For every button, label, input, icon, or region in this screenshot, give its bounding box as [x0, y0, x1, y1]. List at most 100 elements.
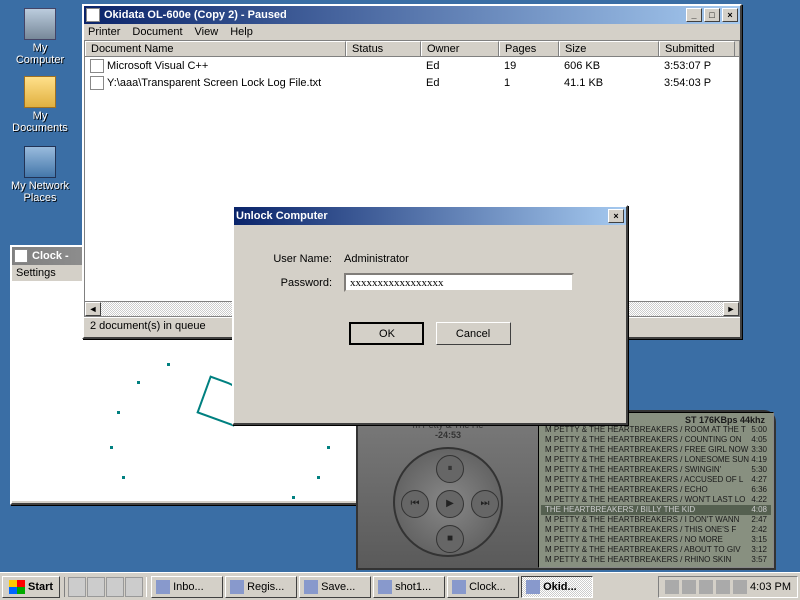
table-row[interactable]: Y:\aaa\Transparent Screen Lock Log File.…: [85, 74, 739, 91]
column-headers: Document Name Status Owner Pages Size Su…: [84, 40, 740, 57]
playlist-track[interactable]: M PETTY & THE HEARTBREAKERS / NO MORE3:1…: [541, 535, 771, 545]
playlist-track[interactable]: THE HEARTBREAKERS / BILLY THE KID4:08: [541, 505, 771, 515]
next-button[interactable]: ⏭: [471, 490, 499, 518]
tray-icon[interactable]: [682, 580, 696, 594]
taskbar-button[interactable]: Save...: [299, 576, 371, 598]
playlist-track[interactable]: M PETTY & THE HEARTBREAKERS / ACCUSED OF…: [541, 475, 771, 485]
task-icon: [526, 580, 540, 594]
doc-size: 606 KB: [559, 60, 659, 72]
cancel-button[interactable]: Cancel: [436, 322, 511, 345]
playlist-track[interactable]: M PETTY & THE HEARTBREAKERS / THIS ONE'S…: [541, 525, 771, 535]
menu-settings[interactable]: Settings: [16, 267, 56, 279]
task-icon: [304, 580, 318, 594]
taskbar-button[interactable]: shot1...: [373, 576, 445, 598]
menu-view[interactable]: View: [195, 26, 219, 38]
start-label: Start: [28, 581, 53, 593]
folder-icon: [24, 76, 56, 108]
password-input[interactable]: [344, 273, 574, 292]
col-document-name[interactable]: Document Name: [85, 41, 346, 56]
doc-owner: Ed: [421, 77, 499, 89]
play-button[interactable]: ▶: [436, 490, 464, 518]
status-text: 2 document(s) in queue: [90, 320, 206, 332]
icon-label: My Documents: [8, 110, 72, 134]
icon-label: My Network Places: [8, 180, 72, 204]
taskbar-button[interactable]: Inbo...: [151, 576, 223, 598]
menu-printer[interactable]: Printer: [88, 26, 120, 38]
taskbar-button[interactable]: Okid...: [521, 576, 593, 598]
menu-help[interactable]: Help: [230, 26, 253, 38]
playlist-track[interactable]: M PETTY & THE HEARTBREAKERS / I DON'T WA…: [541, 515, 771, 525]
computer-icon: [24, 8, 56, 40]
task-icon: [452, 580, 466, 594]
doc-size: 41.1 KB: [559, 77, 659, 89]
titlebar[interactable]: Unlock Computer ×: [234, 207, 626, 225]
desktop-icon-my-documents[interactable]: My Documents: [8, 76, 72, 134]
playlist[interactable]: ST 176KBps 44khz M PETTY & THE HEARTBREA…: [538, 412, 774, 568]
document-icon: [90, 76, 104, 90]
menu-document[interactable]: Document: [132, 26, 182, 38]
system-tray: 4:03 PM: [658, 576, 798, 598]
doc-pages: 19: [499, 60, 559, 72]
ql-app-icon[interactable]: [125, 577, 143, 597]
playlist-track[interactable]: M PETTY & THE HEARTBREAKERS / SWINGIN'5:…: [541, 465, 771, 475]
playlist-track[interactable]: M PETTY & THE HEARTBREAKERS / FREE GIRL …: [541, 445, 771, 455]
doc-submitted: 3:53:07 P: [659, 60, 735, 72]
desktop-icon-my-computer[interactable]: My Computer: [8, 8, 72, 66]
tray-icon[interactable]: [733, 580, 747, 594]
playlist-track[interactable]: M PETTY & THE HEARTBREAKERS / ABOUT TO G…: [541, 545, 771, 555]
close-button[interactable]: ×: [722, 8, 738, 22]
desktop-icon-network-places[interactable]: My Network Places: [8, 146, 72, 204]
window-title: Okidata OL-600e (Copy 2) - Paused: [104, 9, 686, 21]
col-owner[interactable]: Owner: [421, 41, 499, 56]
ql-desktop-icon[interactable]: [87, 577, 105, 597]
maximize-button[interactable]: □: [704, 8, 720, 22]
doc-name: Y:\aaa\Transparent Screen Lock Log File.…: [107, 76, 321, 88]
control-wheel: ▶ ⏮ ⏭ ■ ⏸: [393, 447, 503, 557]
playlist-track[interactable]: M PETTY & THE HEARTBREAKERS / LONESOME S…: [541, 455, 771, 465]
close-button[interactable]: ×: [608, 209, 624, 223]
table-row[interactable]: Microsoft Visual C++ Ed 19 606 KB 3:53:0…: [85, 57, 739, 74]
doc-submitted: 3:54:03 P: [659, 77, 735, 89]
doc-pages: 1: [499, 77, 559, 89]
tray-volume-icon[interactable]: [716, 580, 730, 594]
playlist-track[interactable]: M PETTY & THE HEARTBREAKERS / RHINO SKIN…: [541, 555, 771, 565]
col-submitted[interactable]: Submitted: [659, 41, 735, 56]
col-pages[interactable]: Pages: [499, 41, 559, 56]
scroll-left-icon[interactable]: ◄: [85, 302, 101, 316]
taskbar: Start Inbo...Regis...Save...shot1...Cloc…: [0, 572, 800, 600]
playlist-track[interactable]: M PETTY & THE HEARTBREAKERS / COUNTING O…: [541, 435, 771, 445]
scroll-right-icon[interactable]: ►: [723, 302, 739, 316]
taskbar-button[interactable]: Regis...: [225, 576, 297, 598]
playlist-track[interactable]: M PETTY & THE HEARTBREAKERS / ROOM AT TH…: [541, 425, 771, 435]
username-value: Administrator: [344, 253, 409, 265]
task-icon: [156, 580, 170, 594]
username-label: User Name:: [254, 253, 344, 265]
playlist-track[interactable]: M PETTY & THE HEARTBREAKERS / WON'T LAST…: [541, 495, 771, 505]
media-player[interactable]: m Petty & The He -24:53 ▶ ⏮ ⏭ ■ ⏸ ST 176…: [356, 410, 776, 570]
dialog-title: Unlock Computer: [236, 210, 608, 222]
tray-icon[interactable]: [699, 580, 713, 594]
ql-ie-icon[interactable]: [68, 577, 86, 597]
task-icon: [230, 580, 244, 594]
ql-outlook-icon[interactable]: [106, 577, 124, 597]
taskbar-button[interactable]: Clock...: [447, 576, 519, 598]
start-button[interactable]: Start: [2, 576, 60, 598]
pause-button[interactable]: ⏸: [436, 455, 464, 483]
document-icon: [90, 59, 104, 73]
task-icon: [378, 580, 392, 594]
minimize-button[interactable]: _: [686, 8, 702, 22]
quick-launch: [64, 577, 147, 597]
taskbar-clock[interactable]: 4:03 PM: [750, 581, 791, 593]
clock-icon: [14, 249, 28, 263]
tray-icon[interactable]: [665, 580, 679, 594]
menubar: Printer Document View Help: [84, 24, 740, 40]
ok-button[interactable]: OK: [349, 322, 424, 345]
stop-button[interactable]: ■: [436, 525, 464, 553]
col-status[interactable]: Status: [346, 41, 421, 56]
col-size[interactable]: Size: [559, 41, 659, 56]
doc-name: Microsoft Visual C++: [107, 59, 208, 71]
titlebar[interactable]: Okidata OL-600e (Copy 2) - Paused _ □ ×: [84, 6, 740, 24]
unlock-computer-dialog: Unlock Computer × User Name: Administrat…: [232, 205, 628, 425]
prev-button[interactable]: ⏮: [401, 490, 429, 518]
playlist-track[interactable]: M PETTY & THE HEARTBREAKERS / ECHO6:36: [541, 485, 771, 495]
